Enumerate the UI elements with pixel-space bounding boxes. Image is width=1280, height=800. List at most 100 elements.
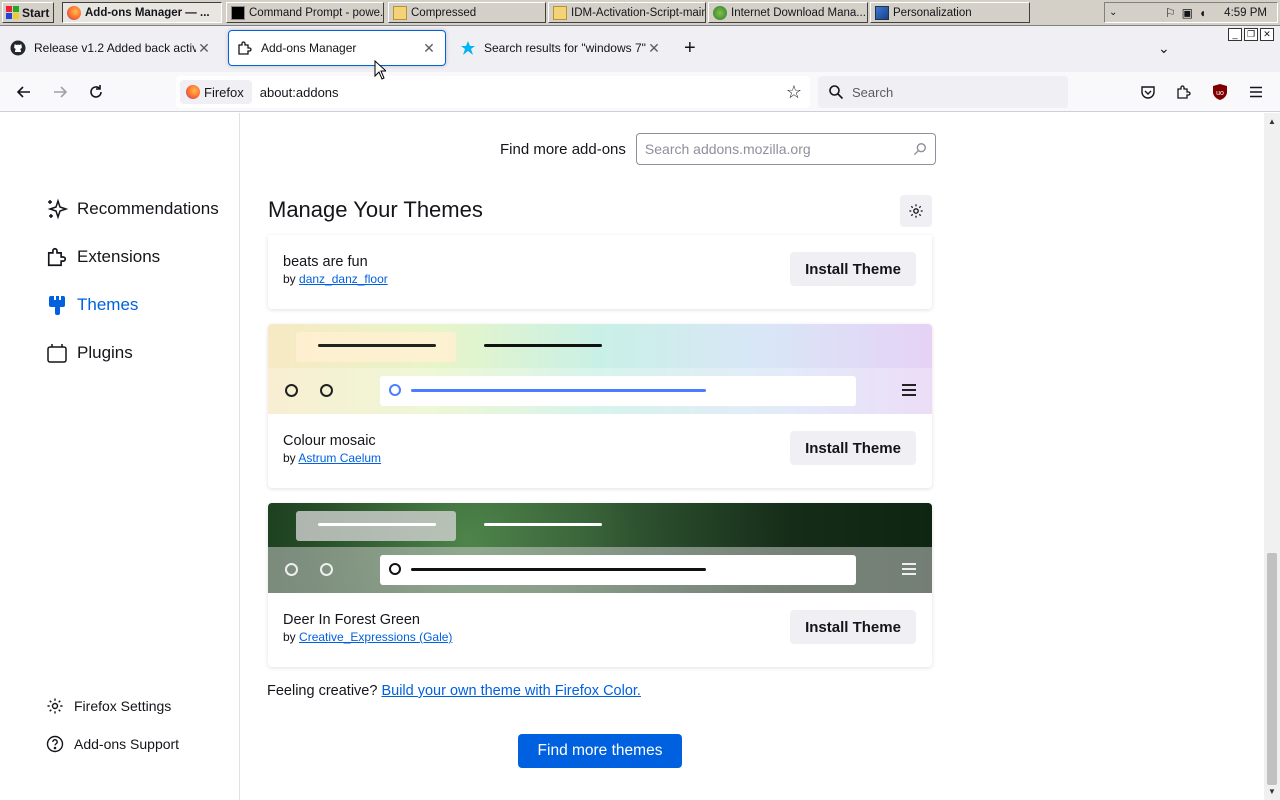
scroll-up-arrow-icon[interactable]: ▲ (1268, 117, 1276, 126)
taskbar-label: IDM-Activation-Script-main (571, 6, 706, 19)
network-icon[interactable]: ▣ (1182, 6, 1193, 20)
firefox-icon (67, 5, 81, 20)
identity-box[interactable]: Firefox (180, 80, 252, 104)
preview-menu-icon (902, 384, 916, 386)
taskbar-label: Personalization (893, 6, 972, 19)
url-text[interactable]: about:addons (260, 85, 339, 100)
flag-icon[interactable]: ⚐ (1165, 6, 1176, 20)
install-theme-button[interactable]: Install Theme (790, 252, 916, 286)
tab-release[interactable]: Release v1.2 Added back activatio ✕ (2, 30, 220, 66)
url-bar[interactable]: Firefox about:addons ☆ (176, 76, 810, 108)
by-prefix: by (283, 451, 296, 465)
addons-support-link[interactable]: Add-ons Support (46, 735, 179, 753)
taskbar-button-idm-script[interactable]: IDM-Activation-Script-main (548, 2, 706, 23)
taskbar-label: Command Prompt - powe... (249, 6, 384, 19)
hamburger-menu-icon (1250, 86, 1262, 98)
preview-button-circle (320, 563, 333, 576)
list-all-tabs-button[interactable]: ⌄ (1158, 40, 1170, 57)
firefox-settings-link[interactable]: Firefox Settings (46, 697, 171, 715)
theme-card-deer-in-forest-green: Deer In Forest Green by Creative_Express… (268, 503, 932, 667)
new-tab-button[interactable]: + (684, 38, 696, 58)
taskbar-label: Compressed (411, 6, 477, 19)
tab-strip: Release v1.2 Added back activatio ✕ Add-… (0, 26, 1280, 72)
close-icon[interactable]: ✕ (421, 40, 437, 57)
category-themes[interactable]: Themes (46, 289, 138, 321)
feeling-creative: Feeling creative? Build your own theme w… (267, 683, 641, 699)
chevron-down-icon[interactable]: ⌄ (1109, 7, 1117, 18)
close-icon[interactable]: ✕ (196, 40, 212, 57)
taskbar-button-cmd[interactable]: Command Prompt - powe... (226, 2, 384, 23)
tab-addons-manager[interactable]: Add-ons Manager ✕ (228, 30, 446, 66)
gear-icon (47, 698, 63, 714)
firefox-color-link[interactable]: Build your own theme with Firefox Color. (381, 683, 641, 699)
ublock-shield-icon: uo (1213, 84, 1227, 100)
folder-icon (393, 5, 407, 20)
by-prefix: by (283, 630, 296, 644)
theme-preview (268, 503, 932, 593)
tools-menu-button[interactable] (900, 195, 932, 227)
category-plugins[interactable]: Plugins (46, 337, 133, 369)
category-label: Extensions (77, 247, 161, 266)
arrow-left-icon (16, 86, 30, 98)
page-scrollbar[interactable]: ▲ ▼ (1264, 113, 1280, 800)
app-menu-button[interactable] (1244, 80, 1268, 104)
back-button[interactable] (12, 80, 36, 104)
theme-preview (268, 324, 932, 414)
scroll-down-arrow-icon[interactable]: ▼ (1268, 787, 1276, 796)
creative-text: Feeling creative? (267, 683, 378, 699)
theme-name: beats are fun (283, 254, 368, 270)
gear-icon (909, 204, 923, 218)
firefox-icon (186, 85, 200, 99)
amo-search-input[interactable]: Search addons.mozilla.org (635, 133, 936, 165)
clock[interactable]: 4:59 PM (1224, 7, 1267, 19)
taskbar-label: Internet Download Mana... (731, 6, 866, 19)
theme-card-beats-are-fun: beats are fun by danz_danz_floor Install… (268, 235, 932, 309)
puzzle-icon (238, 41, 252, 55)
close-icon[interactable]: ✕ (646, 40, 662, 57)
taskbar-button-compressed[interactable]: Compressed (388, 2, 546, 23)
search-bar[interactable]: Search (818, 76, 1068, 108)
category-label: Recommendations (77, 199, 219, 218)
start-button[interactable]: Start (2, 2, 54, 23)
tab-label: Release v1.2 Added back activatio (34, 41, 196, 55)
theme-icon (461, 41, 475, 55)
restore-button[interactable]: ❐ (1244, 28, 1258, 41)
author-link[interactable]: Astrum Caelum (298, 451, 381, 465)
bookmark-star-icon[interactable]: ☆ (786, 82, 802, 103)
category-extensions[interactable]: Extensions (46, 241, 160, 273)
reload-button[interactable] (84, 80, 108, 104)
theme-card-info: beats are fun by danz_danz_floor Install… (268, 235, 932, 309)
forward-button[interactable] (48, 80, 72, 104)
pocket-button[interactable] (1136, 80, 1160, 104)
volume-icon[interactable]: ◖ (1199, 6, 1206, 20)
install-theme-button[interactable]: Install Theme (790, 610, 916, 644)
taskbar-button-firefox[interactable]: Add-ons Manager — ... (62, 2, 222, 23)
preview-url-circle (389, 384, 401, 396)
arrow-right-icon (54, 86, 68, 98)
author-link[interactable]: danz_danz_floor (299, 272, 388, 286)
extensions-button[interactable] (1172, 80, 1196, 104)
ublock-origin-button[interactable]: uo (1208, 80, 1232, 104)
tab-search-results[interactable]: Search results for "windows 7" – A ✕ (452, 30, 670, 66)
find-more-themes-button[interactable]: Find more themes (518, 734, 682, 768)
navigation-toolbar: Firefox about:addons ☆ Search uo (0, 72, 1280, 112)
windows-logo-icon (6, 6, 19, 19)
preview-tab (296, 511, 456, 541)
minimize-button[interactable]: _ (1228, 28, 1242, 41)
install-theme-button[interactable]: Install Theme (790, 431, 916, 465)
preview-button-circle (285, 563, 298, 576)
scrollbar-thumb[interactable] (1267, 553, 1277, 785)
search-icon (829, 85, 844, 100)
taskbar-button-personalization[interactable]: Personalization (870, 2, 1030, 23)
author-link[interactable]: Creative_Expressions (Gale) (299, 630, 452, 644)
theme-card-info: Deer In Forest Green by Creative_Express… (268, 593, 932, 667)
find-more-label: Find more add-ons (500, 140, 626, 158)
folder-icon (553, 5, 567, 20)
footer-label: Add-ons Support (74, 736, 180, 752)
category-recommendations[interactable]: Recommendations (46, 193, 219, 225)
taskbar-button-idm[interactable]: Internet Download Mana... (708, 2, 868, 23)
preview-tab-line (318, 344, 436, 347)
theme-name: Deer In Forest Green (283, 612, 420, 628)
category-label: Themes (77, 295, 139, 314)
close-window-button[interactable]: ✕ (1260, 28, 1274, 41)
